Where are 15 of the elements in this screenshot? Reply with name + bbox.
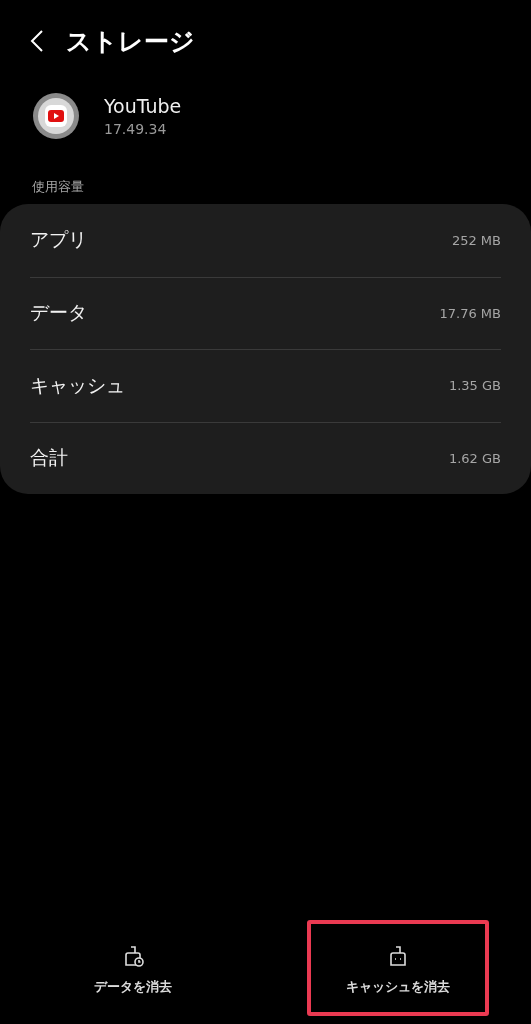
usage-label: キャッシュ bbox=[30, 372, 125, 398]
section-label: 使用容量 bbox=[31, 178, 85, 196]
usage-value: 17.76 MB bbox=[439, 305, 501, 321]
usage-label: データ bbox=[30, 300, 87, 326]
usage-value: 1.35 GB bbox=[448, 378, 501, 394]
app-icon bbox=[32, 92, 80, 140]
usage-value: 252 MB bbox=[451, 232, 501, 248]
app-version: 17.49.34 bbox=[104, 121, 168, 137]
usage-value: 1.62 GB bbox=[448, 450, 501, 466]
usage-label: アプリ bbox=[30, 227, 87, 253]
clear-cache-button[interactable]: キャッシュを消去 bbox=[307, 920, 490, 1016]
page-title: ストレージ bbox=[66, 25, 195, 58]
back-button[interactable] bbox=[30, 29, 44, 53]
usage-label: 合計 bbox=[30, 445, 68, 471]
app-name: YouTube bbox=[104, 95, 182, 117]
